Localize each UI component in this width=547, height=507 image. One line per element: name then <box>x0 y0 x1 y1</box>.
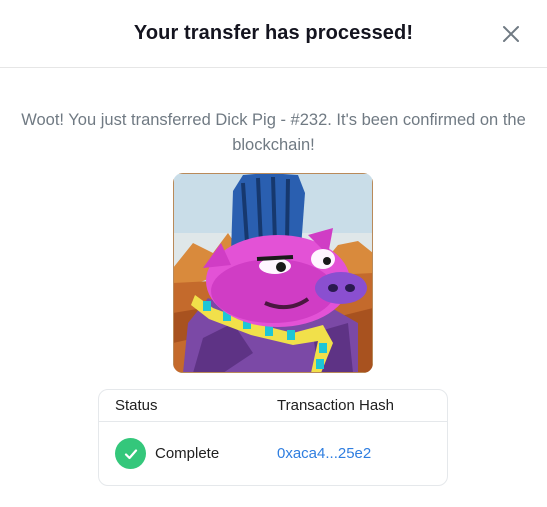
transaction-table: Status Transaction Hash Complete 0xaca4.… <box>98 389 448 486</box>
status-value: Complete <box>155 445 220 462</box>
check-circle-icon <box>115 438 146 469</box>
confirmation-message: Woot! You just transferred Dick Pig - #2… <box>21 111 526 154</box>
transaction-hash-link[interactable]: 0xaca4...25e2 <box>277 445 371 462</box>
close-button[interactable] <box>501 24 521 44</box>
modal-title: Your transfer has processed! <box>133 22 414 44</box>
table-header: Status Transaction Hash <box>99 390 447 422</box>
hash-column-header: Transaction Hash <box>277 397 394 414</box>
pixel-art-pig-image <box>173 173 373 373</box>
modal-header: Your transfer has processed! <box>0 0 547 68</box>
nft-image <box>173 173 373 373</box>
status-column-header: Status <box>115 397 158 414</box>
table-row: Complete 0xaca4...25e2 <box>99 422 447 485</box>
transfer-modal: Your transfer has processed! Woot! You j… <box>0 0 547 507</box>
close-icon <box>503 26 519 42</box>
